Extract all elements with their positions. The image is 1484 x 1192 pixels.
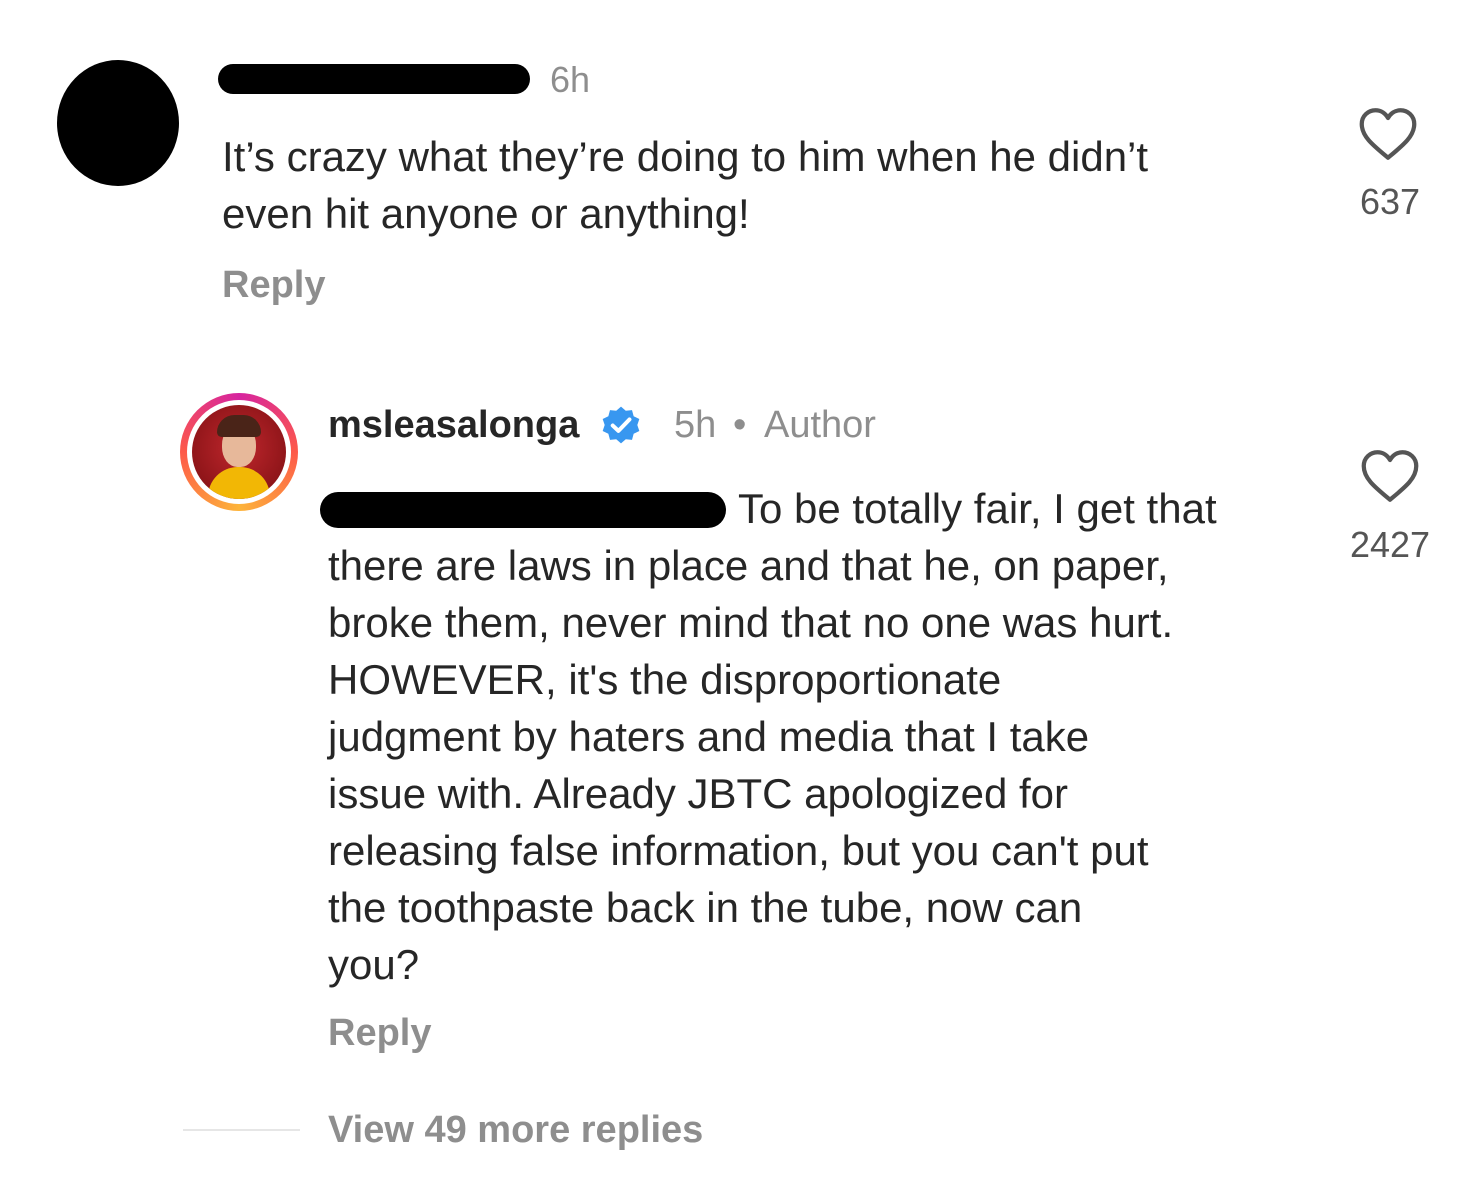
reply-button-2[interactable]: Reply [328, 1014, 431, 1052]
verified-badge-icon [602, 406, 640, 444]
reply-like-count: 2427 [1349, 524, 1431, 565]
mention-redacted[interactable] [320, 492, 726, 528]
separator-dot: • [733, 404, 747, 446]
reply-first-line: To be totally fair, I get that [738, 485, 1217, 532]
commenter-username-redacted[interactable] [218, 64, 530, 94]
comment-like-count: 637 [1359, 181, 1421, 222]
author-username[interactable]: msleasalonga [328, 406, 579, 444]
commenter-avatar[interactable] [57, 60, 179, 186]
heart-outline-icon[interactable] [1360, 448, 1420, 504]
author-avatar[interactable] [180, 393, 298, 511]
heart-outline-icon[interactable] [1358, 106, 1418, 162]
comment-timestamp: 6h [550, 59, 591, 100]
author-profile-photo [192, 405, 286, 499]
replies-divider [183, 1129, 300, 1131]
reply-button[interactable]: Reply [222, 266, 325, 304]
reply-text: there are laws in place and that he, on … [328, 542, 1174, 988]
reply-timestamp: 5h [674, 404, 717, 446]
view-more-replies-button[interactable]: View 49 more replies [328, 1111, 703, 1149]
author-label: Author [764, 404, 876, 446]
comment-text: It’s crazy what they’re doing to him whe… [222, 133, 1149, 237]
